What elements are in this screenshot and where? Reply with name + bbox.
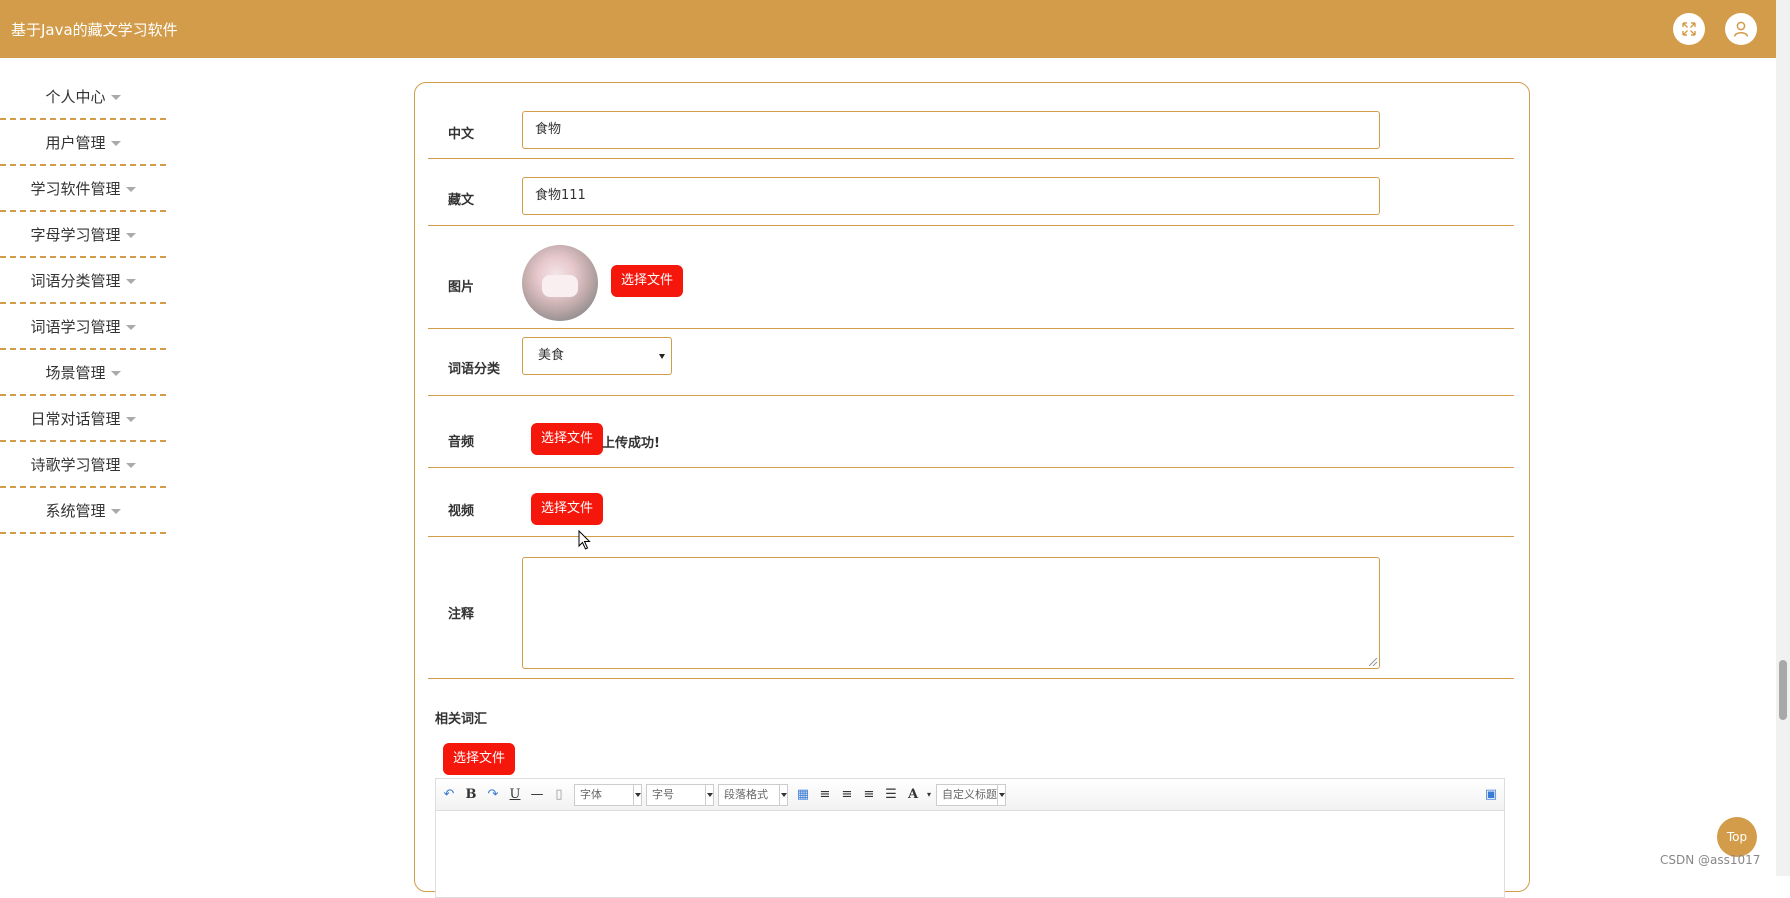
sidebar-item-label: 词语学习管理 (30, 317, 121, 336)
caret-down-icon (125, 324, 136, 330)
paragraph-format-label: 段落格式 (724, 788, 768, 801)
caret-down-icon (110, 140, 121, 146)
notes-label: 注释 (448, 607, 475, 622)
resize-grip-icon[interactable] (1369, 658, 1377, 666)
chevron-down-icon (659, 354, 665, 359)
audio-label: 音频 (448, 435, 475, 450)
app-title: 基于Java的藏文学习软件 (11, 21, 178, 39)
category-label: 词语分类 (448, 362, 501, 377)
chevron-down-icon (997, 785, 1005, 805)
font-family-select[interactable]: 字体 (574, 784, 642, 806)
paragraph-format-select[interactable]: 段落格式 (718, 784, 788, 806)
form-row-audio: 音频 选择文件 上传成功! (428, 396, 1514, 468)
editor-toolbar: ↶ B ↷ U — ▯ 字体 字号 段落格式 ▦ ≡ ≡ ≡ ☰ A ▾ 自定义… (436, 779, 1504, 811)
sidebar-item-label: 诗歌学习管理 (30, 455, 121, 474)
font-size-label: 字号 (652, 788, 674, 801)
caret-down-icon (125, 416, 136, 422)
form-row-chinese: 中文 食物 (428, 83, 1514, 159)
category-select[interactable]: 美食 (522, 337, 672, 375)
chinese-input[interactable]: 食物 (522, 111, 1380, 149)
chinese-label: 中文 (448, 127, 475, 142)
tibetan-input[interactable]: 食物111 (522, 177, 1380, 215)
notes-textarea[interactable] (522, 557, 1380, 669)
form-row-tibetan: 藏文 食物111 (428, 159, 1514, 226)
form-row-video: 视频 选择文件 (428, 468, 1514, 537)
fullscreen-icon[interactable] (1673, 13, 1705, 45)
video-label: 视频 (448, 504, 475, 519)
caret-down-icon (110, 508, 121, 514)
sidebar-item-label: 个人中心 (45, 87, 106, 106)
sidebar-item-system-management[interactable]: 系统管理 (0, 488, 166, 534)
align-justify-icon[interactable]: ☰ (882, 786, 900, 804)
align-center-icon[interactable]: ≡ (860, 786, 878, 804)
table-icon[interactable]: ▦ (794, 786, 812, 804)
chevron-down-icon (779, 785, 787, 805)
chevron-down-icon (705, 785, 713, 805)
redo-icon[interactable]: ↷ (484, 786, 502, 804)
page-icon[interactable]: ▯ (550, 786, 568, 804)
horizontal-rule-icon[interactable]: — (528, 786, 546, 804)
sidebar-item-scene-management[interactable]: 场景管理 (0, 350, 166, 396)
undo-icon[interactable]: ↶ (440, 786, 458, 804)
chevron-down-icon (633, 785, 641, 805)
audio-upload-status: 上传成功! (602, 436, 660, 451)
underline-icon[interactable]: U (506, 786, 524, 804)
related-upload-button[interactable]: 选择文件 (443, 743, 516, 775)
image-upload-button[interactable]: 选择文件 (611, 265, 684, 297)
category-select-value: 美食 (538, 348, 565, 363)
align-left-icon[interactable]: ≡ (816, 786, 834, 804)
rich-text-editor[interactable]: ↶ B ↷ U — ▯ 字体 字号 段落格式 ▦ ≡ ≡ ≡ ☰ A ▾ 自定义… (435, 778, 1505, 898)
caret-down-icon (125, 462, 136, 468)
form-row-image: 图片 选择文件 (428, 226, 1514, 329)
sidebar-item-dialogue-management[interactable]: 日常对话管理 (0, 396, 166, 442)
image-label: 图片 (448, 280, 475, 295)
related-words-label: 相关词汇 (435, 712, 488, 727)
align-right-icon[interactable]: ≡ (838, 786, 856, 804)
sidebar-item-label: 用户管理 (45, 133, 106, 152)
sidebar-item-user-management[interactable]: 用户管理 (0, 120, 166, 166)
back-to-top-button[interactable]: Top (1717, 817, 1757, 857)
bold-icon[interactable]: B (462, 786, 480, 804)
caret-down-icon (110, 370, 121, 376)
sidebar-item-label: 词语分类管理 (30, 271, 121, 290)
sidebar-item-label: 字母学习管理 (30, 225, 121, 244)
tibetan-label: 藏文 (448, 193, 475, 208)
caret-down-icon (125, 278, 136, 284)
sidebar-item-software-management[interactable]: 学习软件管理 (0, 166, 166, 212)
watermark: CSDN @ass1017 (1660, 853, 1761, 867)
font-size-select[interactable]: 字号 (646, 784, 714, 806)
audio-upload-button[interactable]: 选择文件 (531, 423, 604, 455)
scrollbar-thumb[interactable] (1779, 660, 1787, 720)
sidebar-item-label: 日常对话管理 (30, 409, 121, 428)
user-icon[interactable] (1725, 13, 1757, 45)
custom-title-label: 自定义标题 (942, 788, 997, 801)
sidebar: 个人中心 用户管理 学习软件管理 字母学习管理 词语分类管理 词语学习管理 场景… (0, 74, 166, 534)
form-row-category: 词语分类 美食 (428, 329, 1514, 396)
top-bar: 基于Java的藏文学习软件 (0, 0, 1776, 58)
sidebar-item-label: 系统管理 (45, 501, 106, 520)
image-preview (522, 245, 598, 321)
sidebar-item-word-study-management[interactable]: 词语学习管理 (0, 304, 166, 350)
fullscreen-editor-icon[interactable]: ▣ (1482, 786, 1500, 804)
page-scrollbar[interactable] (1776, 0, 1790, 876)
sidebar-item-personal-center[interactable]: 个人中心 (0, 74, 166, 120)
video-upload-button[interactable]: 选择文件 (531, 493, 604, 525)
form-panel: 中文 食物 藏文 食物111 图片 选择文件 词语分类 美食 音频 选择文件 上… (414, 82, 1530, 898)
sidebar-item-word-category-management[interactable]: 词语分类管理 (0, 258, 166, 304)
sidebar-item-label: 场景管理 (45, 363, 106, 382)
font-family-label: 字体 (580, 788, 602, 801)
form-row-notes: 注释 (428, 537, 1514, 679)
mouse-cursor-icon (578, 530, 591, 550)
sidebar-item-label: 学习软件管理 (30, 179, 121, 198)
sidebar-item-alphabet-management[interactable]: 字母学习管理 (0, 212, 166, 258)
caret-down-icon (125, 232, 136, 238)
caret-down-icon (110, 94, 121, 100)
custom-title-select[interactable]: 自定义标题 (936, 784, 1006, 806)
caret-down-icon (125, 186, 136, 192)
sidebar-item-poetry-management[interactable]: 诗歌学习管理 (0, 442, 166, 488)
